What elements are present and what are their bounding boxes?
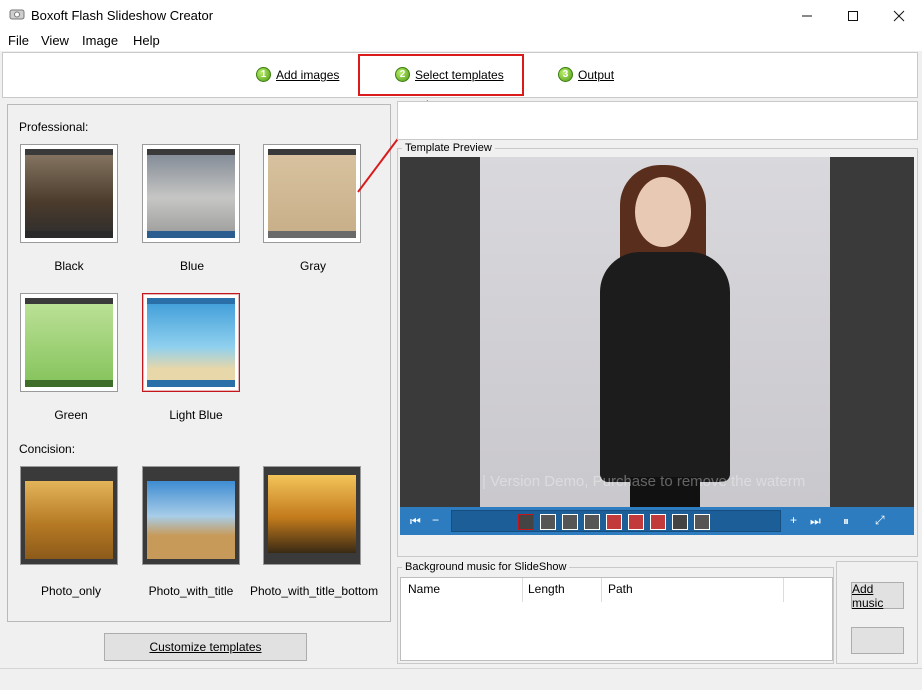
menu-bar: File View Image Help (0, 31, 922, 51)
template-preview-image (25, 481, 113, 559)
status-bar (0, 668, 922, 690)
close-button[interactable] (876, 0, 922, 31)
template-preview-image (268, 475, 356, 553)
template-preview-image (147, 298, 235, 387)
slide-thumbnail[interactable] (650, 514, 666, 530)
close-icon (893, 10, 905, 22)
slide-thumbnail[interactable] (540, 514, 556, 530)
template-label: Light Blue (146, 408, 246, 422)
column-separator (601, 578, 602, 602)
template-thumb-blue[interactable] (142, 144, 240, 243)
zoom-in-icon[interactable]: + (790, 513, 797, 527)
template-thumb-photo-with-title[interactable] (142, 466, 240, 565)
template-thumb-green[interactable] (20, 293, 118, 392)
fullscreen-icon[interactable]: ⤢ (875, 513, 885, 528)
title-bar: Boxoft Flash Slideshow Creator (0, 0, 922, 31)
column-separator (522, 578, 523, 602)
pause-icon[interactable]: ⏸ (843, 514, 849, 529)
template-preview-image (147, 481, 235, 559)
template-preview-image (268, 149, 356, 238)
slide-thumbnail[interactable] (562, 514, 578, 530)
app-logo-icon (9, 8, 25, 21)
template-info-area (397, 101, 918, 140)
menu-help[interactable]: Help (133, 33, 160, 48)
template-thumb-black[interactable] (20, 144, 118, 243)
customize-templates-label: Customize templates (149, 640, 261, 654)
template-label: Photo_with_title (141, 584, 241, 598)
slide-thumbnail[interactable] (672, 514, 688, 530)
maximize-icon (847, 10, 859, 22)
minimize-icon (801, 10, 813, 22)
template-preview-title: Template Preview (402, 142, 495, 154)
customize-templates-button[interactable]: Customize templates (104, 633, 307, 661)
step-add-images[interactable]: 1 Add images (256, 67, 339, 82)
music-col-path[interactable]: Path (608, 582, 633, 596)
slide-thumbnail-strip (451, 510, 781, 532)
player-control-bar: ⏮ − + ⏭ ⏸ ⤢ (400, 507, 914, 535)
template-preview-image (147, 149, 235, 238)
person-head (635, 177, 691, 247)
step-number-badge: 3 (558, 67, 573, 82)
template-label: Photo_with_title_bottom (250, 584, 376, 598)
demo-watermark: | Version Demo, Purchase to remove the w… (482, 473, 805, 490)
slide-thumbnail[interactable] (584, 514, 600, 530)
add-music-button[interactable]: Add music (851, 582, 904, 609)
background-music-title: Background music for SlideShow (402, 561, 569, 573)
professional-section-label: Professional: (19, 120, 88, 134)
annotation-highlight-box (358, 54, 524, 96)
slide-thumbnail[interactable] (518, 514, 534, 530)
template-label: Blue (142, 259, 242, 273)
slide-thumbnail[interactable] (606, 514, 622, 530)
last-slide-icon[interactable]: ⏭ (810, 514, 821, 529)
maximize-button[interactable] (830, 0, 876, 31)
template-preview-player: | Version Demo, Purchase to remove the w… (400, 157, 914, 507)
menu-file[interactable]: File (8, 33, 29, 48)
preview-photo (480, 157, 830, 507)
remove-music-button[interactable] (851, 627, 904, 654)
person-body (600, 252, 730, 482)
template-label: Green (21, 408, 121, 422)
template-label: Gray (263, 259, 363, 273)
template-thumb-gray[interactable] (263, 144, 361, 243)
template-preview-image (25, 149, 113, 238)
concision-section-label: Concision: (19, 442, 75, 456)
music-col-length[interactable]: Length (528, 582, 565, 596)
template-label: Photo_only (21, 584, 121, 598)
first-slide-icon[interactable]: ⏮ (410, 514, 421, 529)
template-thumb-photo-only[interactable] (20, 466, 118, 565)
template-label: Black (19, 259, 119, 273)
window-title: Boxoft Flash Slideshow Creator (31, 8, 213, 23)
music-col-name[interactable]: Name (408, 582, 440, 596)
template-thumb-photo-with-title-bottom[interactable] (263, 466, 361, 565)
step-label: Output (578, 68, 614, 82)
slide-thumbnail[interactable] (628, 514, 644, 530)
template-thumb-light-blue[interactable] (142, 293, 240, 392)
music-table: Name Length Path (400, 577, 833, 661)
step-output[interactable]: 3 Output (558, 67, 614, 82)
menu-view[interactable]: View (41, 33, 69, 48)
template-preview-image (25, 298, 113, 387)
step-label: Add images (276, 68, 339, 82)
step-number-badge: 1 (256, 67, 271, 82)
zoom-out-icon[interactable]: − (432, 513, 439, 527)
add-music-label: Add music (852, 582, 903, 610)
column-separator (783, 578, 784, 602)
menu-image[interactable]: Image (82, 33, 118, 48)
minimize-button[interactable] (784, 0, 830, 31)
slide-thumbnail[interactable] (694, 514, 710, 530)
